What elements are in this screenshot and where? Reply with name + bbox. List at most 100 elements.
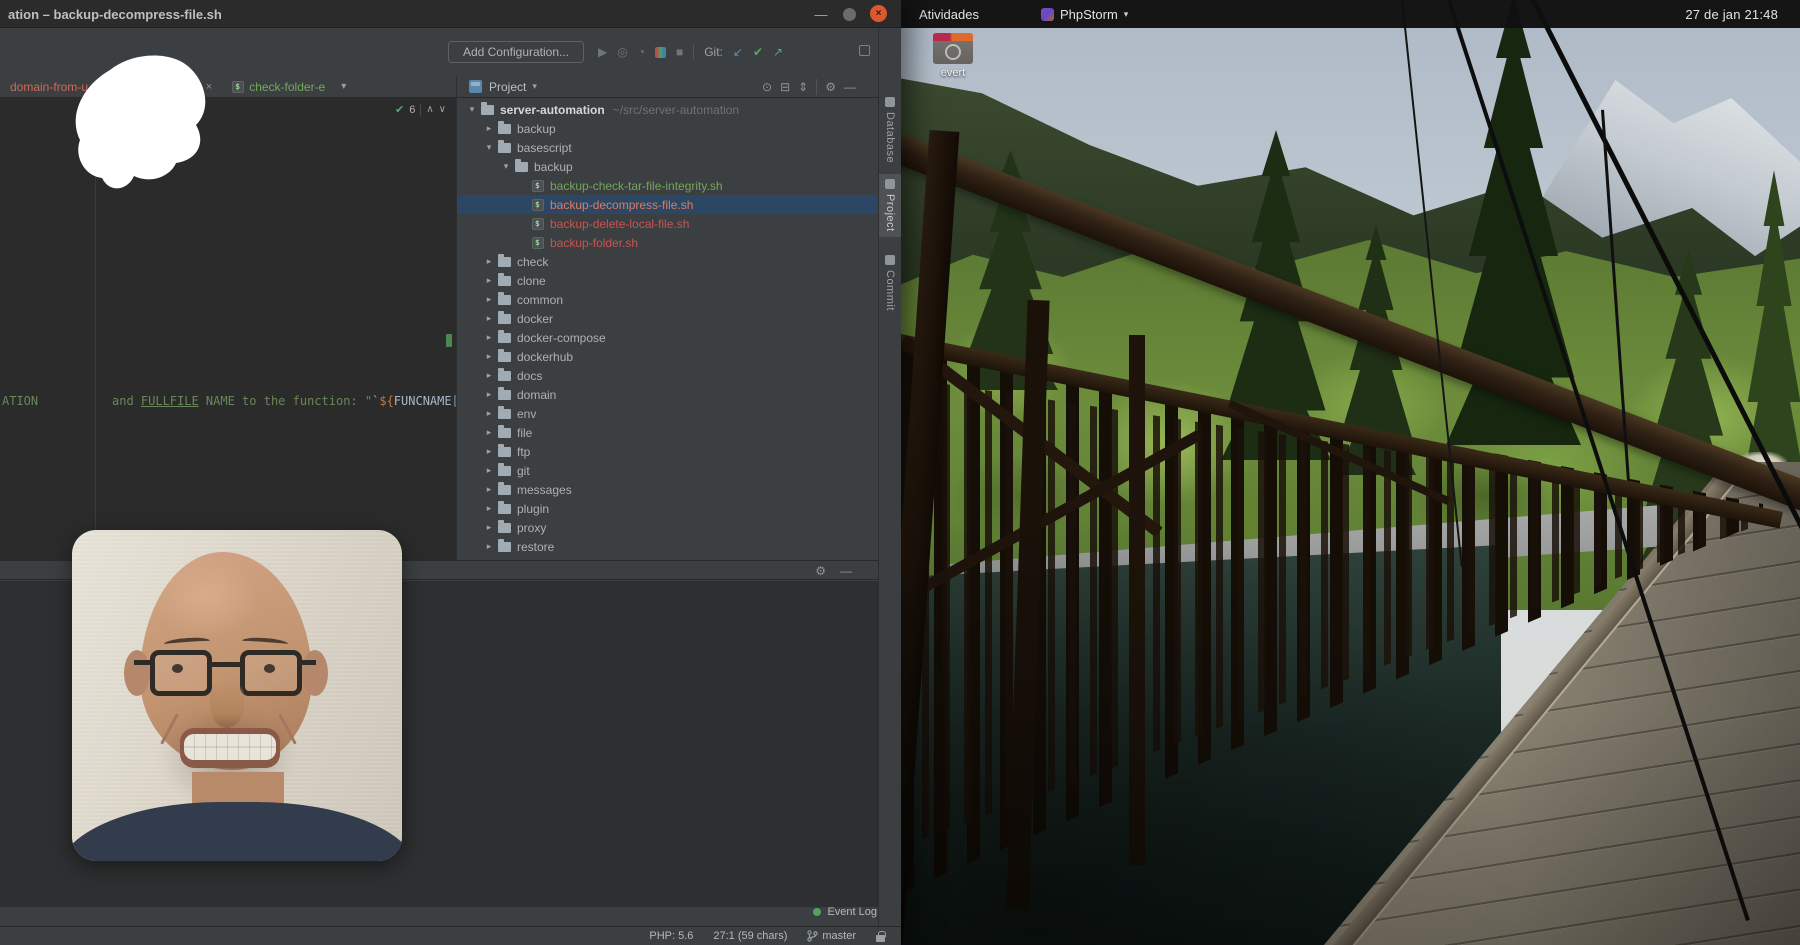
- tree-row-backup[interactable]: ▾backup: [457, 157, 878, 176]
- maximize-button[interactable]: [843, 8, 856, 21]
- tree-row-ftp[interactable]: ▸ftp: [457, 442, 878, 461]
- tree-chevron-icon[interactable]: ▸: [482, 522, 496, 533]
- hide-panel-icon[interactable]: —: [840, 565, 852, 577]
- git-commit-icon[interactable]: ✔: [753, 45, 763, 59]
- tree-row-dockerhub[interactable]: ▸dockerhub: [457, 347, 878, 366]
- tree-row-restore[interactable]: ▸restore: [457, 537, 878, 556]
- php-version-widget[interactable]: PHP: 5.6: [649, 930, 693, 942]
- add-configuration-button[interactable]: Add Configuration...: [448, 41, 584, 63]
- project-panel-header[interactable]: Project ▾ ⊙ ⊟ ⇕ ⚙ —: [457, 76, 878, 98]
- tree-row-clone[interactable]: ▸ clone: [457, 271, 878, 290]
- caret-position-widget[interactable]: 27:1 (59 chars): [713, 930, 787, 942]
- tree-chevron-icon[interactable]: ▸: [482, 484, 496, 495]
- tree-row-domain[interactable]: ▸domain: [457, 385, 878, 404]
- tree-chevron-icon[interactable]: ▸: [482, 408, 496, 419]
- tree-row-backup-check-tar-file-integrity.sh[interactable]: backup-check-tar-file-integrity.sh: [457, 176, 878, 195]
- stop-icon[interactable]: ■: [676, 46, 683, 58]
- close-button[interactable]: ×: [870, 5, 887, 22]
- clock[interactable]: 27 de jan 21:48: [1685, 0, 1778, 28]
- next-problem-icon[interactable]: ∨: [439, 104, 446, 115]
- tree-row-env[interactable]: ▸env: [457, 404, 878, 423]
- tree-node-label: clone: [517, 274, 546, 288]
- git-push-icon[interactable]: ↗: [773, 45, 783, 59]
- tree-row-proxy[interactable]: ▸proxy: [457, 518, 878, 537]
- folder-icon: [481, 105, 494, 115]
- run-icon[interactable]: ▶: [598, 46, 607, 58]
- tree-chevron-icon[interactable]: ▸: [482, 503, 496, 514]
- tool-stripe-project[interactable]: Project: [879, 174, 901, 237]
- tree-chevron-icon[interactable]: ▾: [482, 142, 496, 153]
- folder-icon: [498, 428, 511, 438]
- tree-chevron-icon[interactable]: ▸: [482, 123, 496, 134]
- minimize-button[interactable]: —: [812, 5, 830, 23]
- folder-icon: [498, 295, 511, 305]
- tree-row-file[interactable]: ▸file: [457, 423, 878, 442]
- tree-row-server-automation[interactable]: ▾server-automation~/src/server-automatio…: [457, 100, 878, 119]
- bottom-panel-actions: ⚙ —: [815, 561, 852, 581]
- tree-chevron-icon[interactable]: ▸: [482, 313, 496, 324]
- hide-panel-icon[interactable]: —: [844, 81, 856, 93]
- window-titlebar[interactable]: ation – backup-decompress-file.sh — ×: [0, 0, 901, 28]
- collapse-all-icon[interactable]: ⊟: [780, 81, 790, 93]
- tree-row-backup[interactable]: ▸backup: [457, 119, 878, 138]
- database-tool-icon: [885, 97, 895, 107]
- tree-chevron-icon[interactable]: ▸: [482, 275, 496, 286]
- profile-icon[interactable]: ◔: [638, 46, 645, 58]
- locate-file-icon[interactable]: ⊙: [762, 81, 772, 93]
- wallpaper-bridge-photo: [901, 0, 1800, 945]
- hidden-tabs-chevron-icon[interactable]: ▾: [341, 81, 346, 92]
- app-menu[interactable]: PhpStorm ▾: [1041, 7, 1128, 22]
- tree-row-common[interactable]: ▸common: [457, 290, 878, 309]
- tree-chevron-icon[interactable]: ▸: [482, 541, 496, 552]
- tree-chevron-icon[interactable]: ▸: [482, 427, 496, 438]
- chevron-down-icon[interactable]: ▾: [532, 81, 537, 92]
- tree-row-plugin[interactable]: ▸plugin: [457, 499, 878, 518]
- code-line-main: and FULLFILE NAME to the function: "`${F…: [112, 394, 495, 408]
- inspections-widget[interactable]: ✔ 6 ∧ ∨: [395, 103, 446, 116]
- tree-row-messages[interactable]: ▸messages: [457, 480, 878, 499]
- tool-stripe-commit[interactable]: Commit: [879, 250, 901, 316]
- tree-chevron-icon[interactable]: ▾: [499, 161, 513, 172]
- desktop-icon-evert[interactable]: evert: [923, 33, 983, 93]
- coverage-icon[interactable]: ◎: [617, 46, 627, 58]
- toolbar-divider: [693, 44, 694, 60]
- folder-icon: [498, 124, 511, 134]
- prev-problem-icon[interactable]: ∧: [426, 104, 433, 115]
- expand-icon[interactable]: ⇕: [798, 81, 808, 93]
- tree-chevron-icon[interactable]: ▸: [482, 294, 496, 305]
- webcam-glasses-arm: [134, 660, 150, 665]
- tree-chevron-icon[interactable]: ▸: [482, 256, 496, 267]
- gear-icon[interactable]: ⚙: [815, 565, 826, 577]
- folder-icon: [498, 542, 511, 552]
- tree-row-docs[interactable]: ▸docs: [457, 366, 878, 385]
- activities-button[interactable]: Atividades: [919, 7, 979, 22]
- tree-row-docker[interactable]: ▸docker: [457, 309, 878, 328]
- tree-row-basescript[interactable]: ▾basescript: [457, 138, 878, 157]
- tree-chevron-icon[interactable]: ▾: [465, 104, 479, 115]
- tool-stripe-database[interactable]: Database: [879, 92, 901, 168]
- tree-chevron-icon[interactable]: ▸: [482, 446, 496, 457]
- editor-tab-check-folder-e[interactable]: check-folder-e: [222, 76, 335, 97]
- tree-row-backup-folder.sh[interactable]: backup-folder.sh: [457, 233, 878, 252]
- lock-icon[interactable]: [876, 935, 885, 942]
- tree-chevron-icon[interactable]: ▸: [482, 351, 496, 362]
- tree-chevron-icon[interactable]: ▸: [482, 465, 496, 476]
- tree-row-backup-decompress-file.sh[interactable]: backup-decompress-file.sh: [457, 195, 878, 214]
- folder-icon: [498, 314, 511, 324]
- profiler-icon[interactable]: [655, 47, 666, 58]
- tree-row-git[interactable]: ▸git: [457, 461, 878, 480]
- stop-process-icon[interactable]: [859, 45, 870, 56]
- git-update-icon[interactable]: ↙: [733, 45, 743, 59]
- folder-icon: [498, 371, 511, 381]
- tree-row-docker-compose[interactable]: ▸docker-compose: [457, 328, 878, 347]
- tree-chevron-icon[interactable]: ▸: [482, 370, 496, 381]
- git-branch-widget[interactable]: master: [807, 930, 856, 942]
- tree-row-backup-delete-local-file.sh[interactable]: backup-delete-local-file.sh: [457, 214, 878, 233]
- tree-row-check[interactable]: ▸check: [457, 252, 878, 271]
- tree-chevron-icon[interactable]: ▸: [482, 332, 496, 343]
- gear-icon[interactable]: ⚙: [825, 81, 836, 93]
- folder-icon: [498, 276, 511, 286]
- event-log-button[interactable]: Event Log: [813, 906, 877, 918]
- right-stripe: Database Project Commit: [878, 28, 901, 945]
- tree-chevron-icon[interactable]: ▸: [482, 389, 496, 400]
